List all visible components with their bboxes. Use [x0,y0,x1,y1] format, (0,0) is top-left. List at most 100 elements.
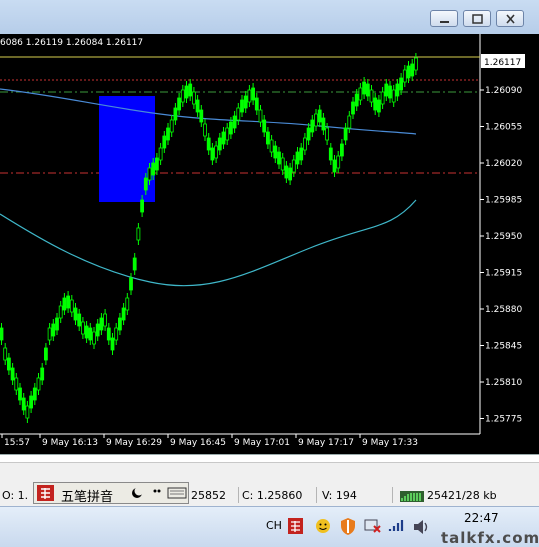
price-level-label: 1.26020 [485,159,522,169]
maximize-button[interactable] [463,10,491,27]
candle-body [147,167,152,181]
candle-body [247,89,252,103]
punctuation-icon[interactable] [148,483,166,503]
minimize-icon [440,21,449,23]
candle-body [376,99,381,113]
chart-canvas: 1.26117 1.26090 1.26055 1.26020 1.25985 1.259… [0,34,525,448]
keyboard-icon[interactable] [166,483,188,503]
candle-body [47,327,52,341]
candle-body [143,177,148,191]
candle-body [232,115,237,129]
candle-body [314,113,318,127]
maximize-icon [472,14,483,24]
price-chart[interactable]: 1.26117 1.26090 1.26055 1.26020 1.25985 1.259… [0,34,539,454]
candle-body [0,327,4,341]
candle-body [125,297,130,311]
candle-body [69,299,74,313]
candle-body [132,257,137,271]
current-price-label: 1.26117 [484,58,521,68]
candle-body [99,317,104,331]
candle-body [3,347,8,361]
ime-mode-label: 五笔拼音 [61,490,114,505]
candle-body [129,277,133,291]
time-label: 9 May 16:45 [170,438,226,448]
candle-body [110,337,115,351]
candle-body [258,109,263,123]
price-level-label: 1.25775 [485,415,522,425]
price-level-label: 1.25985 [485,196,522,206]
time-label: 15:57 [4,438,30,448]
candle-body [40,367,45,381]
taskbar: CH 22:47 talkfx.com [0,506,539,547]
candle-body [243,95,248,109]
candle-body [336,155,341,169]
candle-body [221,131,226,145]
candle-body [362,81,367,95]
candle-body [380,91,385,105]
candle-body [280,157,285,171]
candle-body [36,377,41,391]
moon-icon[interactable] [128,483,146,503]
candle-body [251,87,256,101]
candle-body [402,69,407,83]
candle-body [154,157,159,171]
candle-body [191,91,196,105]
candle-body [273,145,278,159]
candle-body [351,101,355,115]
signal-icon[interactable] [388,517,406,537]
clock-time[interactable]: 22:47 [464,511,499,525]
candle-body [354,93,359,107]
candle-body [151,162,156,176]
candle-body [384,83,389,97]
candle-body [236,107,241,121]
candle-body [29,395,34,409]
status-high: 25852 [191,489,226,502]
candle-body [73,307,78,321]
candle-body [302,137,307,151]
close-button[interactable] [496,10,524,27]
language-indicator[interactable]: CH [266,519,282,532]
emoji-icon[interactable] [314,517,332,537]
candle-body [291,159,296,173]
status-bar: O: 1. 五笔拼音 25852 C: 1.25860 V: 194 25421… [0,462,539,507]
candle-body [339,143,344,157]
candle-body [391,89,396,103]
candle-body [32,387,37,401]
ime-toolbar[interactable]: 五笔拼音 [33,482,189,505]
price-level-label: 1.26055 [485,123,522,133]
candle-body [158,147,163,161]
candle-body [317,109,322,123]
price-level-label: 1.25950 [485,232,522,242]
candle-body [18,387,22,401]
ohlc-readout: 6086 1.26119 1.26084 1.26117 [0,38,144,48]
candle-body [66,295,70,309]
candle-body [395,83,400,97]
candle-body [343,127,348,141]
candle-body [410,63,415,77]
candle-body [169,119,174,133]
candle-body [121,307,126,321]
candle-body [347,115,352,129]
window-title-bar [0,0,539,34]
candle-body [114,327,119,341]
candle-body [10,367,15,381]
candle-body [262,119,267,133]
minimize-button[interactable] [430,10,458,27]
time-label: 9 May 17:33 [362,438,418,448]
volume-icon[interactable] [412,517,430,537]
shield-icon[interactable] [339,517,357,537]
price-level-label: 1.26090 [485,86,522,96]
network-icon[interactable] [364,517,382,537]
candle-body [55,317,59,331]
time-label: 9 May 17:17 [298,438,354,448]
candle-body [358,87,363,101]
ime-tray-icon[interactable] [287,517,305,537]
candle-body [103,313,107,327]
candle-body [277,151,281,165]
candle-body [413,57,418,71]
candle-body [77,313,82,327]
candle-body [228,121,233,135]
candle-body [118,317,122,331]
candle-body [325,127,330,141]
candle-body [184,85,189,99]
